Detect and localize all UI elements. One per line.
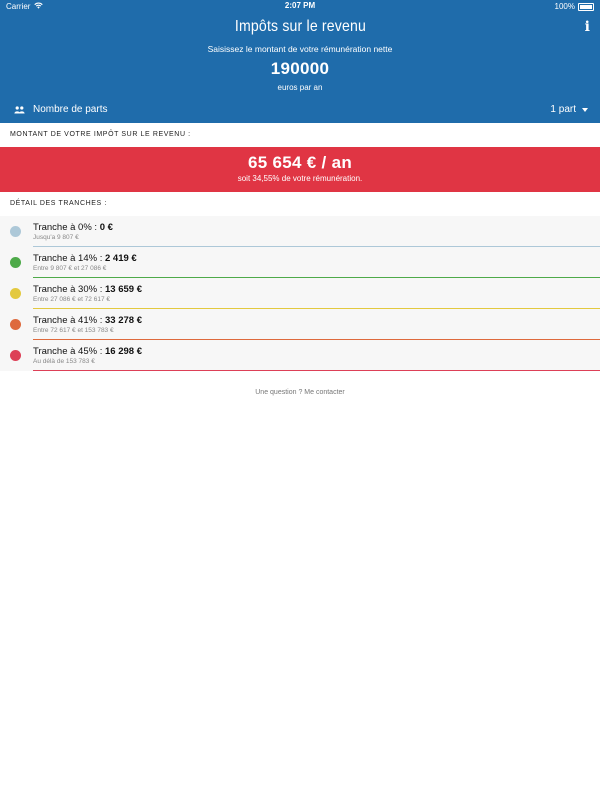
caret-down-icon	[582, 107, 588, 112]
salary-prompt: Saisissez le montant de votre rémunérati…	[207, 44, 393, 54]
people-icon	[14, 105, 25, 114]
parts-dropdown[interactable]: 1 part	[550, 104, 588, 115]
bracket-range: Jusqu'a 9 807 €	[33, 234, 79, 241]
bracket-row: Tranche à 14% : 2 419 € Entre 9 807 € et…	[0, 247, 600, 278]
color-dot-icon	[10, 257, 21, 268]
color-dot-icon	[10, 288, 21, 299]
bracket-divider	[33, 370, 600, 371]
bracket-range: Au délà de 153 783 €	[33, 358, 95, 365]
tax-result-box: 65 654 € / an soit 34,55% de votre rémun…	[0, 147, 600, 192]
tax-percentage: soit 34,55% de votre rémunération.	[237, 174, 363, 183]
status-time: 2:07 PM	[284, 1, 316, 10]
bracket-value: 0 €	[99, 222, 113, 233]
color-dot-icon	[10, 319, 21, 330]
bracket-value: 13 659 €	[105, 284, 142, 295]
bracket-row: Tranche à 30% : 13 659 € Entre 27 086 € …	[0, 278, 600, 309]
color-dot-icon	[10, 226, 21, 237]
app-header: Carrier 2:07 PM 100% Impôts sur le reven…	[0, 0, 600, 123]
bracket-value: 2 419 €	[105, 253, 137, 264]
parts-label: Nombre de parts	[33, 104, 108, 115]
bracket-row: Tranche à 41% : 33 278 € Entre 72 617 € …	[0, 309, 600, 340]
tax-amount: 65 654 € / an	[247, 153, 353, 172]
bracket-label: Tranche à 14% :	[33, 253, 105, 264]
salary-input[interactable]: 190000	[0, 59, 600, 79]
bracket-value: 33 278 €	[105, 315, 142, 326]
bracket-row: Tranche à 45% : 16 298 € Au délà de 153 …	[0, 340, 600, 371]
bracket-label: Tranche à 0% :	[33, 222, 100, 233]
status-bar: Carrier 2:07 PM 100%	[0, 0, 600, 13]
info-button[interactable]: i	[585, 13, 590, 41]
brackets-section-label: Détail des tranches :	[10, 200, 107, 207]
contact-link[interactable]: Une question ? Me contacter	[0, 389, 600, 396]
bracket-row: Tranche à 0% : 0 € Jusqu'a 9 807 €	[0, 216, 600, 247]
bracket-range: Entre 72 617 € et 153 783 €	[33, 327, 114, 334]
color-dot-icon	[10, 350, 21, 361]
parts-value: 1 part	[550, 104, 576, 115]
bracket-label: Tranche à 30% :	[33, 284, 105, 295]
battery-icon	[578, 2, 594, 11]
brackets-list: Tranche à 0% : 0 € Jusqu'a 9 807 € Tranc…	[0, 216, 600, 371]
tax-section-label: Montant de votre impôt sur le revenu :	[10, 131, 191, 138]
bracket-label: Tranche à 41% :	[33, 315, 105, 326]
bracket-range: Entre 9 807 € et 27 086 €	[33, 265, 107, 272]
bracket-value: 16 298 €	[105, 346, 142, 357]
bracket-label: Tranche à 45% :	[33, 346, 105, 357]
bracket-range: Entre 27 086 € et 72 617 €	[33, 296, 110, 303]
parts-selector-row[interactable]: Nombre de parts 1 part	[0, 104, 600, 115]
page-title: Impôts sur le revenu	[234, 18, 366, 35]
salary-unit: euros par an	[277, 83, 323, 92]
